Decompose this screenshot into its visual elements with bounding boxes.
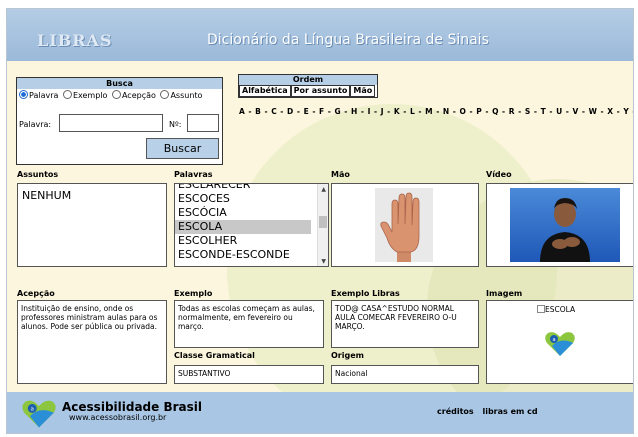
list-scrollbar-thumb[interactable] [319,216,327,228]
origem-value: Nacional [331,365,479,384]
exemplo-libras-heading: Exemplo Libras [331,289,400,298]
scroll-down-icon[interactable]: ▼ [321,258,326,265]
list-item[interactable]: ESCOCES [175,192,311,206]
creditos-link[interactable]: créditos [437,407,474,416]
classe-heading: Classe Gramatical [174,351,255,360]
list-item-selected[interactable]: ESCOLA [175,220,311,234]
numero-label: Nº: [169,120,182,129]
broken-image-icon [537,305,545,313]
palavra-input[interactable] [59,114,163,132]
page-title: Dicionário da Língua Brasileira de Sinai… [207,32,489,48]
acessibilidade-logo-icon[interactable]: a [21,399,57,429]
numero-input[interactable] [187,114,219,132]
imagem-box: ESCOLA a [486,300,633,384]
order-panel: Ordem Alfabética Por assunto Mão [238,74,378,98]
video-heading: Vídeo [486,170,512,179]
assuntos-heading: Assuntos [17,170,59,179]
tab-mao[interactable]: Mão [350,85,376,97]
list-item[interactable]: ESCONDE-ESCONDE [175,248,311,262]
libras-logo: LIBRAS [37,31,113,50]
radio-acepcao-dot[interactable] [111,90,121,99]
hand-image-box [331,183,479,267]
svg-text:a: a [552,337,555,343]
list-item[interactable]: ESCLARECER [175,184,311,192]
acepcao-text: Instituição de ensino, onde os professor… [17,300,167,384]
radio-assunto[interactable]: Assunto [160,90,202,100]
hand-icon [380,192,420,262]
radio-assunto-dot[interactable] [160,90,170,99]
radio-palavra[interactable]: Palavra [19,90,58,100]
list-item[interactable]: ESCOLHER [175,234,311,248]
search-panel: Busca Palavra Exemplo Acepção Assunto Pa… [16,77,223,165]
scroll-up-icon[interactable]: ▲ [321,186,326,193]
search-type-options: Palavra Exemplo Acepção Assunto [19,90,204,100]
alphabet-index[interactable]: A - B - C - D - E - F - G - H - I - J - … [239,107,633,116]
origem-heading: Origem [331,351,364,360]
buscar-button[interactable]: Buscar [146,138,219,159]
palavras-list[interactable]: ESCLARECER ESCOCES ESCÓCIA ESCOLA ESCOLH… [174,183,329,267]
order-panel-title: Ordem [239,75,377,85]
exemplo-heading: Exemplo [174,289,213,298]
palavras-heading: Palavras [174,170,213,179]
footer-links: créditos libras em cd [431,407,538,416]
classe-value: SUBSTANTIVO [174,365,324,384]
exemplo-libras-text: TOD@ CASA^ESTUDO NORMAL AULA COMECAR FEV… [331,300,479,348]
video-player[interactable] [510,188,620,262]
radio-exemplo-dot[interactable] [62,90,72,99]
exemplo-text: Todas as escolas começam as aulas, norma… [174,300,324,348]
radio-palavra-dot[interactable] [19,90,28,99]
radio-exemplo[interactable]: Exemplo [62,90,107,100]
footer-title[interactable]: Acessibilidade Brasil [62,400,202,414]
page-frame: LIBRAS Dicionário da Língua Brasileira d… [6,8,634,434]
assuntos-list[interactable]: NENHUM [17,183,167,267]
list-item[interactable]: ESCÓCIA [175,206,311,220]
video-box[interactable] [486,183,633,267]
libras-em-cd-link[interactable]: libras em cd [482,407,537,416]
hand-image [375,188,433,262]
acepcao-heading: Acepção [17,289,55,298]
header-bar: LIBRAS Dicionário da Língua Brasileira d… [7,9,633,61]
signer-figure-icon [540,198,590,262]
palavra-label: Palavra: [19,120,52,129]
tab-por-assunto[interactable]: Por assunto [290,85,351,97]
broken-image: ESCOLA [537,305,575,314]
svg-text:a: a [31,407,34,413]
footer-url[interactable]: www.acessobrasil.org.br [69,413,166,422]
mao-heading: Mão [331,170,350,179]
heart-logo-icon: a [545,332,575,356]
order-tabs: Alfabética Por assunto Mão [239,85,377,97]
radio-acepcao[interactable]: Acepção [111,90,156,100]
search-panel-title: Busca [17,78,222,89]
tab-alfabetica[interactable]: Alfabética [239,85,291,97]
imagem-heading: Imagem [486,289,523,298]
